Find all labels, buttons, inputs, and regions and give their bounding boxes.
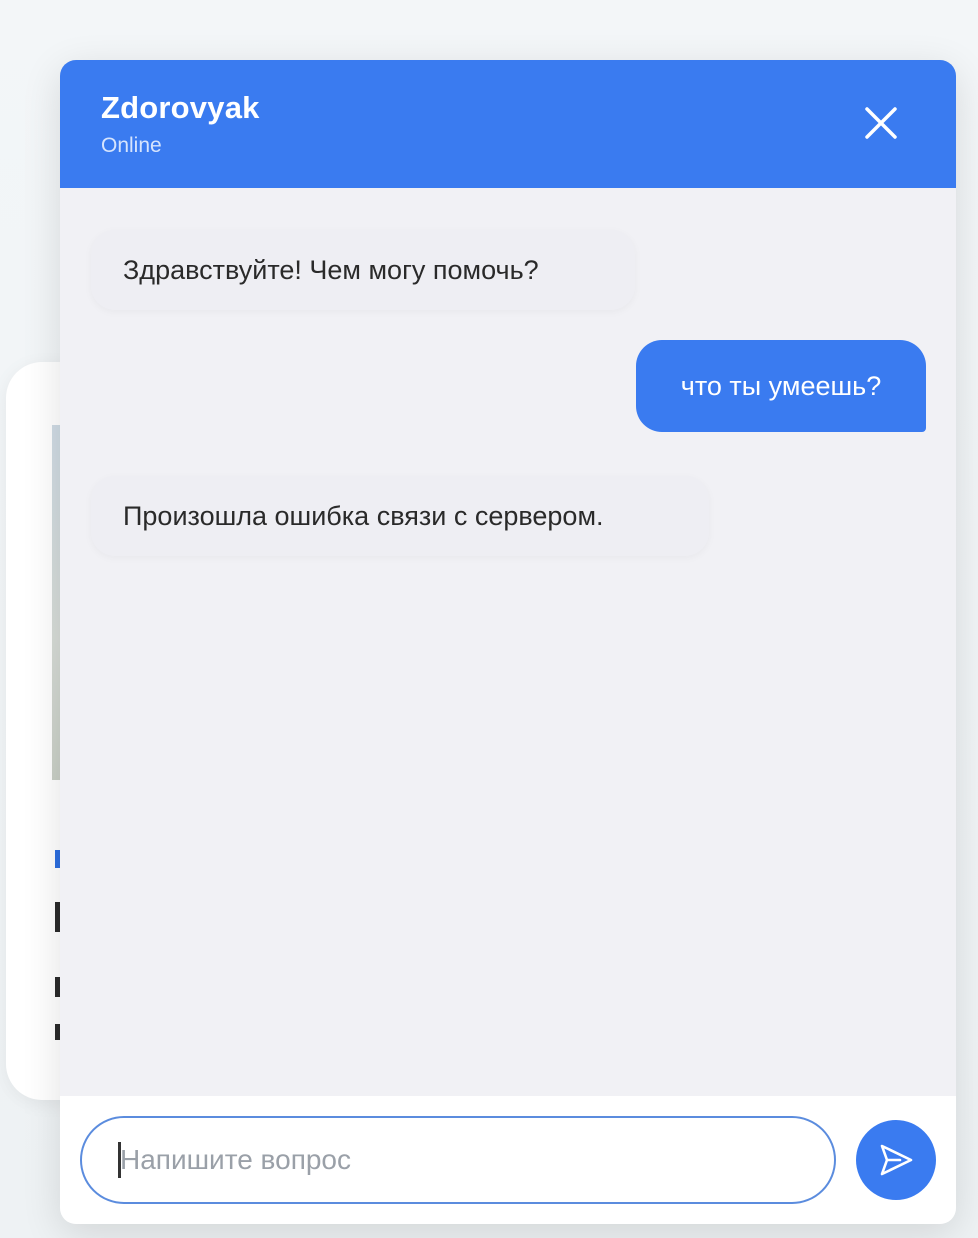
chat-header: Zdorovyak Online [60, 60, 956, 188]
chat-title: Zdorovyak [101, 90, 260, 125]
chat-widget: Zdorovyak Online Здравствуйте! Чем могу … [60, 60, 956, 1224]
text-caret [118, 1142, 121, 1178]
chat-footer [60, 1096, 956, 1224]
bot-message: Здравствуйте! Чем могу помочь? [91, 230, 635, 310]
send-button[interactable] [856, 1120, 936, 1200]
chat-status: Online [101, 134, 162, 157]
close-icon [865, 107, 897, 139]
send-icon [880, 1144, 913, 1176]
close-button[interactable] [856, 98, 906, 148]
message-input[interactable] [80, 1116, 836, 1204]
message-list: Здравствуйте! Чем могу помочь? что ты ум… [60, 188, 956, 1096]
bot-message: Произошла ошибка связи с сервером. [91, 476, 709, 556]
user-message: что ты умеешь? [636, 340, 926, 432]
